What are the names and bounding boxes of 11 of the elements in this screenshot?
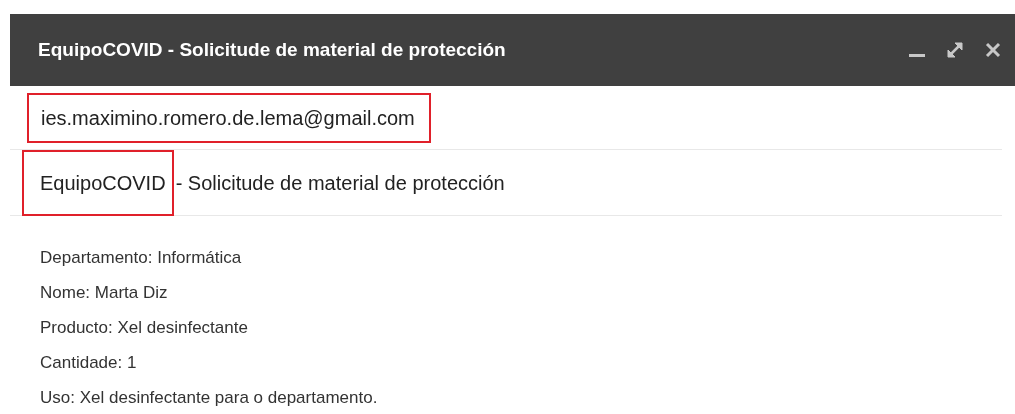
subject-tag: EquipoCOVID bbox=[22, 149, 174, 216]
close-icon[interactable] bbox=[983, 40, 1003, 60]
subject-text: - Solicitude de material de protección bbox=[174, 170, 505, 196]
expand-icon[interactable] bbox=[945, 40, 965, 60]
message-line: Nome: Marta Diz bbox=[40, 282, 169, 304]
message-line: Departamento: Informática bbox=[40, 247, 243, 269]
message-line: Cantidade: 1 bbox=[40, 352, 138, 374]
window-title: EquipoCOVID - Solicitude de material de protección bbox=[38, 37, 506, 62]
message-line: Uso: Xel desinfectante para o departamento. bbox=[40, 387, 379, 409]
message-line: Producto: Xel desinfectante bbox=[40, 317, 249, 339]
recipient-field[interactable]: ies.maximino.romero.de.lema@gmail.com bbox=[27, 92, 431, 143]
